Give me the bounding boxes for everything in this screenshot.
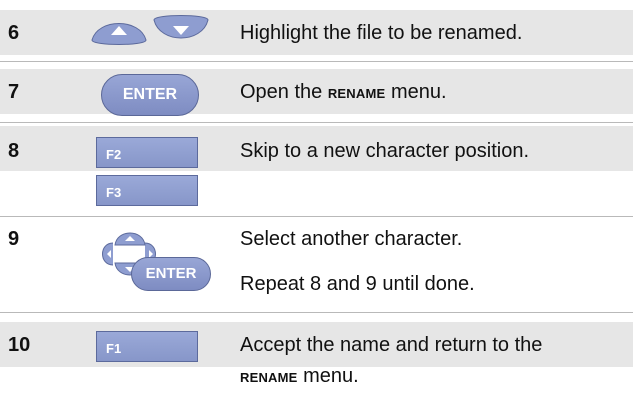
divider xyxy=(0,122,633,123)
step-number: 7 xyxy=(8,81,20,103)
enter-key-icon: ENTER xyxy=(131,257,211,291)
step-number: 10 xyxy=(8,334,31,356)
step-number: 6 xyxy=(8,22,20,44)
f3-key-icon: F3 xyxy=(96,175,198,206)
step-number: 8 xyxy=(8,140,20,162)
arrow-up-icon xyxy=(91,23,147,45)
enter-key-icon: ENTER xyxy=(101,74,199,116)
divider xyxy=(0,216,633,217)
divider xyxy=(0,312,633,313)
f1-key-icon: F1 xyxy=(96,331,198,362)
step-9-description: Select another character. xyxy=(240,228,463,250)
step-9-note: Repeat 8 and 9 until done. xyxy=(240,273,475,295)
step-10-description: Accept the name and return to the xyxy=(240,334,543,356)
arrow-down-icon xyxy=(153,15,209,39)
step-8-description: Skip to a new character position. xyxy=(240,140,530,162)
f2-key-icon: F2 xyxy=(96,137,198,168)
step-7-description: Open the RENAME menu. xyxy=(240,81,447,103)
divider xyxy=(0,61,633,62)
step-number: 9 xyxy=(8,228,20,250)
step-10-description-line2: RENAME menu. xyxy=(240,365,359,387)
step-6-description: Highlight the file to be renamed. xyxy=(240,22,523,44)
